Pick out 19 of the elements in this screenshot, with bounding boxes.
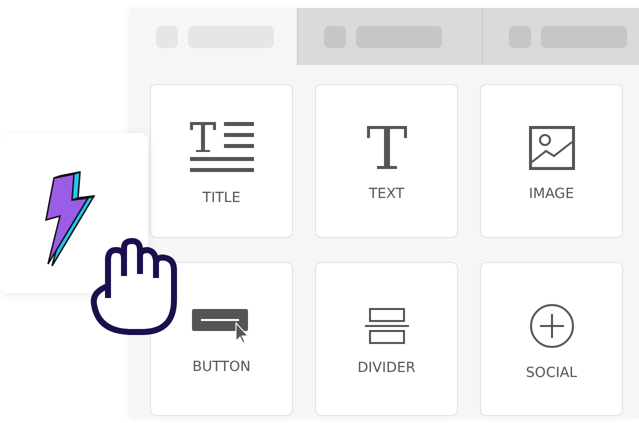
block-tile[interactable]: SOCIAL bbox=[480, 262, 623, 416]
block-label: TITLE bbox=[202, 190, 240, 206]
divider-icon bbox=[364, 308, 408, 344]
block-tile[interactable]: TITLE bbox=[150, 84, 293, 238]
block-label: TEXT bbox=[368, 186, 404, 202]
block-label: DIVIDER bbox=[358, 360, 416, 376]
block-tile[interactable]: BUTTON bbox=[150, 262, 293, 416]
block-label: IMAGE bbox=[528, 186, 574, 202]
letter-icon bbox=[366, 126, 406, 170]
tab[interactable] bbox=[297, 8, 482, 65]
plus-icon bbox=[528, 303, 574, 349]
block-tile[interactable]: TEXT bbox=[315, 84, 458, 238]
block-tile[interactable]: IMAGE bbox=[480, 84, 623, 238]
block-label: BUTTON bbox=[192, 359, 251, 375]
block-label: SOCIAL bbox=[526, 365, 578, 381]
title-icon bbox=[190, 122, 254, 174]
block-tile[interactable]: DIVIDER bbox=[315, 262, 458, 416]
tab[interactable] bbox=[482, 8, 639, 65]
image-icon bbox=[528, 126, 574, 170]
